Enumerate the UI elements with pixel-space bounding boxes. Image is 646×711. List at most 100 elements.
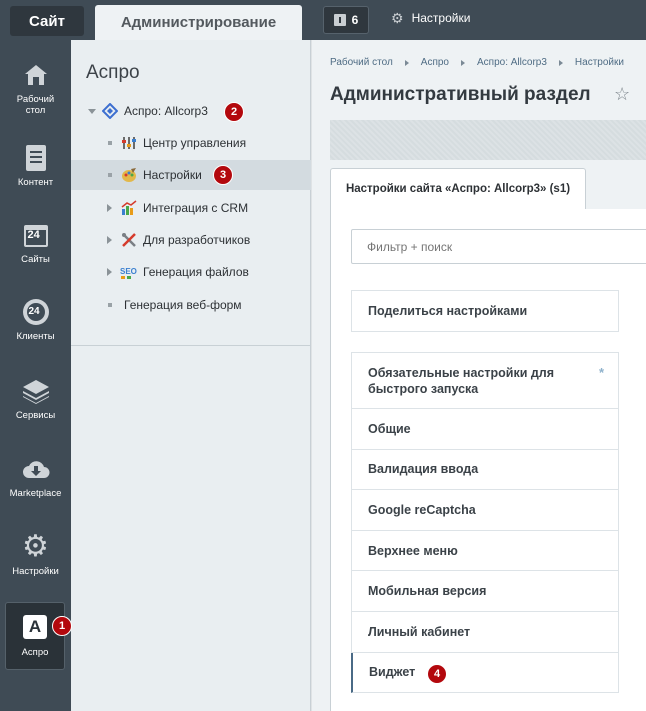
step-badge-3: 3 — [213, 165, 233, 185]
sidebar-label: Marketplace — [9, 488, 62, 499]
menu-item-developers[interactable]: Для разработчиков — [71, 225, 311, 255]
bullet-icon — [108, 141, 112, 145]
seo-icon: SEO — [120, 267, 137, 279]
menu-item-settings[interactable]: Настройки — [71, 160, 311, 190]
sidebar-item-settings[interactable]: ⚙ Настройки — [0, 530, 71, 578]
list-item[interactable]: Google reCaptcha — [351, 490, 619, 531]
menu-item-label: Генерация веб-форм — [124, 298, 242, 312]
home-icon — [21, 60, 51, 90]
sidebar-label: Рабочий — [16, 94, 55, 105]
breadcrumb-item[interactable]: Аспро — [421, 57, 449, 68]
settings-list: Обязательные настройки для быстрого запу… — [351, 352, 619, 694]
list-item-required-settings[interactable]: Обязательные настройки для быстрого запу… — [351, 352, 619, 409]
aspro-logo-icon: A — [23, 614, 47, 639]
list-item-label-line2: быстрого запуска — [368, 381, 479, 396]
sidebar-item-aspro[interactable]: A Аспро — [5, 602, 65, 670]
menu-item-crm-integration[interactable]: Интеграция с CRM — [71, 193, 311, 223]
list-item-widget[interactable]: Виджет — [351, 652, 619, 694]
tab-site-settings[interactable]: Настройки сайта «Аспро: Allcorp3» (s1) — [330, 168, 586, 209]
notifications-button[interactable]: 6 — [323, 6, 369, 34]
clients-icon: 24 — [21, 297, 51, 327]
cloud-download-icon — [21, 454, 51, 484]
breadcrumb: Рабочий стол Аспро Аспро: Allcorp3 Настр… — [330, 57, 624, 68]
star-icon[interactable]: ☆ — [614, 84, 630, 105]
required-asterisk-icon: * — [598, 365, 604, 380]
sidebar-item-sites[interactable]: 24 Сайты — [0, 220, 71, 265]
admin-tab[interactable]: Администрирование — [95, 5, 302, 40]
chevron-right-icon[interactable] — [107, 268, 112, 276]
document-icon — [21, 143, 51, 173]
list-item-label: Обязательные настройки для быстрого запу… — [368, 365, 554, 397]
sidebar-label: Контент — [17, 177, 54, 188]
gear-icon: ⚙ — [391, 10, 404, 26]
aspro-diamond-icon — [102, 103, 118, 119]
list-item[interactable]: Валидация ввода — [351, 449, 619, 491]
left-sidebar: Рабочий стол Контент 24 Сайты 24 Клиенты… — [0, 40, 71, 711]
site-tab[interactable]: Сайт — [10, 6, 84, 36]
menu-item-control-center[interactable]: Центр управления — [71, 128, 311, 158]
chevron-right-icon[interactable] — [107, 204, 112, 212]
page-title: Административный раздел — [330, 84, 591, 105]
sidebar-label: Сервисы — [15, 410, 56, 421]
chevron-right-icon — [461, 60, 465, 66]
settings-link-label: Настройки — [411, 11, 471, 25]
menu-item-label: Интеграция с CRM — [143, 201, 249, 215]
palette-icon — [122, 168, 136, 182]
settings-link[interactable]: ⚙ Настройки — [391, 11, 470, 25]
sidebar-item-services[interactable]: Сервисы — [0, 376, 71, 421]
list-item[interactable]: Общие — [351, 409, 619, 450]
list-item-label-line1: Обязательные настройки для — [368, 365, 555, 380]
chevron-right-icon[interactable] — [107, 236, 112, 244]
step-badge-2: 2 — [224, 102, 244, 122]
step-badge-1: 1 — [52, 616, 72, 636]
toolbar-strip — [330, 120, 646, 160]
sidebar-item-marketplace[interactable]: Marketplace — [0, 454, 71, 499]
share-settings-button[interactable]: Поделиться настройками — [351, 290, 619, 332]
list-item[interactable]: Верхнее меню — [351, 530, 619, 572]
menu-divider — [71, 345, 311, 346]
chevron-right-icon — [558, 60, 563, 66]
menu-item-label: Аспро: Allcorp3 — [124, 104, 208, 118]
settings-content: Поделиться настройками Обязательные наст… — [330, 209, 646, 711]
bullet-icon — [108, 303, 112, 307]
gear-icon: ⚙ — [22, 530, 49, 563]
menu-item-label: Генерация файлов — [143, 265, 249, 279]
menu-item-file-generation[interactable]: SEO Генерация файлов — [71, 257, 311, 287]
menu-item-label: Настройки — [143, 168, 202, 182]
list-item[interactable]: Мобильная версия — [351, 571, 619, 612]
breadcrumb-item[interactable]: Рабочий стол — [330, 57, 393, 68]
calendar-icon: 24 — [21, 220, 51, 250]
sidebar-label: Настройки — [12, 566, 59, 577]
sidebar-label: Сайты — [21, 254, 50, 265]
notification-icon — [333, 14, 346, 26]
menu-item-aspro-allcorp3[interactable]: Аспро: Allcorp3 — [71, 96, 311, 126]
menu-item-label: Для разработчиков — [143, 233, 251, 247]
filter-search-input[interactable] — [351, 229, 646, 264]
step-badge-4: 4 — [427, 664, 447, 684]
notification-count: 6 — [351, 13, 359, 27]
sidebar-label: Клиенты — [16, 331, 55, 342]
sidebar-item-desktop[interactable]: Рабочий стол — [0, 60, 71, 116]
sidebar-label: стол — [25, 105, 46, 116]
main-content: Рабочий стол Аспро Аспро: Allcorp3 Настр… — [312, 40, 646, 711]
svg-text:SEO: SEO — [120, 267, 137, 276]
chart-icon — [121, 200, 137, 215]
menu-panel-title: Аспро — [86, 62, 140, 83]
tools-icon — [122, 233, 136, 247]
list-item[interactable]: Личный кабинет — [351, 611, 619, 653]
chevron-right-icon — [404, 60, 409, 66]
breadcrumb-item[interactable]: Настройки — [575, 57, 624, 68]
sidebar-item-content[interactable]: Контент — [0, 143, 71, 188]
sidebar-item-clients[interactable]: 24 Клиенты — [0, 297, 71, 342]
sliders-icon — [122, 137, 136, 149]
layers-icon — [21, 376, 51, 406]
clients-number: 24 — [28, 306, 40, 317]
menu-item-webform-generation[interactable]: Генерация веб-форм — [71, 290, 311, 320]
menu-panel: Аспро Аспро: Allcorp3 Центр управления Н… — [71, 40, 311, 711]
sidebar-label: Аспро — [21, 646, 49, 658]
menu-item-label: Центр управления — [143, 136, 247, 150]
top-bar: Сайт Администрирование 6 ⚙ Настройки — [0, 0, 646, 40]
chevron-down-icon[interactable] — [88, 109, 96, 114]
calendar-number: 24 — [27, 229, 40, 241]
breadcrumb-item[interactable]: Аспро: Allcorp3 — [477, 57, 547, 68]
